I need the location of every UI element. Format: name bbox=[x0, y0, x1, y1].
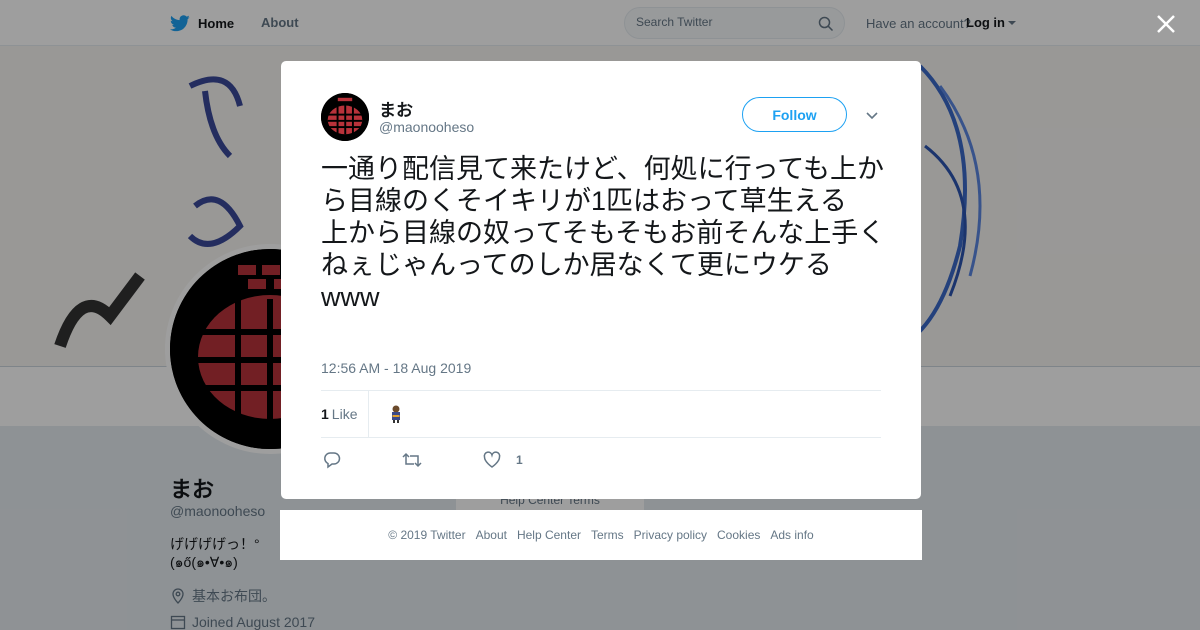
tweet-author-name[interactable]: まお bbox=[379, 96, 413, 121]
like-action[interactable]: 1 bbox=[483, 450, 523, 470]
tweet-modal: まお @maonooheso Follow 一通り配信見て来たけど、何処に行って… bbox=[281, 61, 921, 499]
footer-link-terms[interactable]: Terms bbox=[591, 528, 624, 542]
liker-avatar[interactable] bbox=[385, 403, 407, 425]
reply-action[interactable] bbox=[323, 450, 341, 470]
chevron-down-icon[interactable] bbox=[865, 108, 879, 122]
footer-link-privacy-policy[interactable]: Privacy policy bbox=[634, 528, 707, 542]
heart-icon bbox=[483, 451, 501, 468]
footer-link-help-center[interactable]: Help Center bbox=[517, 528, 581, 542]
footer-link-about[interactable]: About bbox=[476, 528, 507, 542]
retweet-icon bbox=[402, 452, 422, 468]
tweet-stats: 1 Like bbox=[321, 390, 881, 438]
tweet-timestamp[interactable]: 12:56 AM - 18 Aug 2019 bbox=[321, 360, 471, 376]
tweet-author-avatar[interactable] bbox=[321, 93, 369, 141]
avatar-lantern-image bbox=[321, 93, 369, 141]
like-stat[interactable]: 1 Like bbox=[321, 406, 357, 422]
follow-button[interactable]: Follow bbox=[742, 97, 847, 132]
footer-copyright: © 2019 Twitter bbox=[388, 528, 466, 542]
retweet-action[interactable] bbox=[402, 450, 422, 470]
like-action-count: 1 bbox=[516, 453, 523, 467]
footer-link-ads-info[interactable]: Ads info bbox=[770, 528, 813, 542]
like-stat-label: Like bbox=[331, 406, 358, 422]
like-stat-count: 1 bbox=[321, 406, 329, 422]
reply-icon bbox=[324, 452, 341, 469]
footer-link-cookies[interactable]: Cookies bbox=[717, 528, 760, 542]
stats-divider bbox=[368, 391, 369, 438]
tweet-author-handle[interactable]: @maonooheso bbox=[379, 119, 474, 135]
liker-avatar-image bbox=[385, 403, 407, 425]
modal-footer: © 2019 Twitter About Help Center Terms P… bbox=[280, 510, 922, 560]
close-icon[interactable] bbox=[1154, 12, 1178, 36]
tweet-text: 一通り配信見て来たけど、何処に行っても上から目線のくそイキリが1匹はおって草生え… bbox=[321, 154, 886, 312]
